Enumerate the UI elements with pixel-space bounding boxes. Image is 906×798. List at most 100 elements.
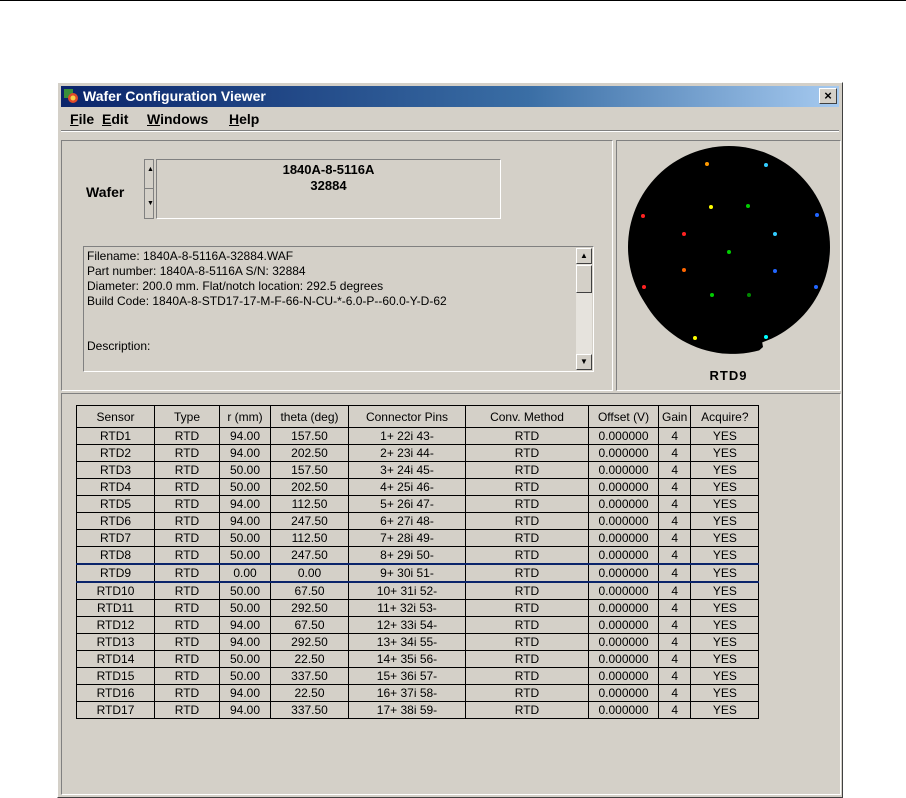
cell-offset[interactable]: 0.000000: [588, 563, 659, 583]
cell-gain[interactable]: 4: [657, 529, 692, 547]
cell-type[interactable]: RTD: [154, 701, 220, 719]
cell-type[interactable]: RTD: [154, 581, 220, 600]
cell-offset[interactable]: 0.000000: [588, 478, 659, 496]
cell-sensor[interactable]: RTD2: [76, 444, 155, 462]
cell-r[interactable]: 50.00: [219, 478, 271, 496]
cell-sensor[interactable]: RTD15: [76, 667, 155, 685]
cell-type[interactable]: RTD: [154, 529, 220, 547]
cell-conv-method[interactable]: RTD: [465, 701, 589, 719]
cell-offset[interactable]: 0.000000: [588, 546, 659, 565]
col-theta[interactable]: theta (deg): [270, 405, 349, 428]
title-bar[interactable]: Wafer Configuration Viewer ×: [61, 86, 839, 107]
cell-gain[interactable]: 4: [657, 427, 692, 445]
cell-theta[interactable]: 22.50: [270, 650, 349, 668]
cell-acquire[interactable]: YES: [690, 667, 760, 685]
sensor-dot[interactable]: [746, 204, 750, 208]
col-offset[interactable]: Offset (V): [588, 405, 659, 428]
cell-gain[interactable]: 4: [657, 444, 692, 462]
table-row[interactable]: RTD2 RTD 94.00 202.50 2+ 23i 44- RTD 0.000000 4…: [76, 444, 760, 462]
wafer-map[interactable]: [617, 141, 840, 390]
cell-gain[interactable]: 4: [657, 633, 692, 651]
scroll-thumb[interactable]: [576, 265, 592, 293]
wafer-details-text[interactable]: Filename: 1840A-8-5116A-32884.WAF Part n…: [83, 246, 594, 372]
cell-conv-method[interactable]: RTD: [465, 512, 589, 530]
cell-gain[interactable]: 4: [657, 461, 692, 479]
table-row[interactable]: RTD15 RTD 50.00 337.50 15+ 36i 57- RTD 0.00000…: [76, 667, 760, 685]
table-row[interactable]: RTD8 RTD 50.00 247.50 8+ 29i 50- RTD 0.000000 4…: [76, 546, 760, 565]
col-sensor[interactable]: Sensor: [76, 405, 155, 428]
cell-conv-method[interactable]: RTD: [465, 444, 589, 462]
cell-r[interactable]: 50.00: [219, 529, 271, 547]
cell-offset[interactable]: 0.000000: [588, 599, 659, 617]
col-acquire[interactable]: Acquire?: [690, 405, 760, 428]
sensor-dot[interactable]: [693, 336, 697, 340]
spin-down-icon[interactable]: ▼: [147, 200, 154, 207]
table-row[interactable]: RTD10 RTD 50.00 67.50 10+ 31i 52- RTD 0.000000…: [76, 581, 760, 600]
cell-theta[interactable]: 157.50: [270, 461, 349, 479]
cell-acquire[interactable]: YES: [690, 563, 760, 583]
cell-r[interactable]: 50.00: [219, 581, 271, 600]
cell-gain[interactable]: 4: [657, 478, 692, 496]
sensor-dot[interactable]: [747, 293, 751, 297]
cell-type[interactable]: RTD: [154, 478, 220, 496]
cell-gain[interactable]: 4: [657, 667, 692, 685]
cell-gain[interactable]: 4: [657, 616, 692, 634]
cell-r[interactable]: 94.00: [219, 427, 271, 445]
cell-connector-pins[interactable]: 4+ 25i 46-: [348, 478, 466, 496]
cell-type[interactable]: RTD: [154, 512, 220, 530]
cell-type[interactable]: RTD: [154, 546, 220, 565]
cell-offset[interactable]: 0.000000: [588, 529, 659, 547]
table-row[interactable]: RTD12 RTD 94.00 67.50 12+ 33i 54- RTD 0.000000…: [76, 616, 760, 634]
cell-connector-pins[interactable]: 1+ 22i 43-: [348, 427, 466, 445]
cell-connector-pins[interactable]: 10+ 31i 52-: [348, 581, 466, 600]
cell-gain[interactable]: 4: [657, 546, 692, 565]
cell-conv-method[interactable]: RTD: [465, 529, 589, 547]
sensor-dot[interactable]: [773, 269, 777, 273]
sensor-dot[interactable]: [814, 285, 818, 289]
cell-offset[interactable]: 0.000000: [588, 495, 659, 513]
cell-type[interactable]: RTD: [154, 495, 220, 513]
cell-theta[interactable]: 337.50: [270, 667, 349, 685]
cell-sensor[interactable]: RTD8: [76, 546, 155, 565]
table-row[interactable]: RTD11 RTD 50.00 292.50 11+ 32i 53- RTD 0.00000…: [76, 599, 760, 617]
cell-conv-method[interactable]: RTD: [465, 563, 589, 583]
cell-theta[interactable]: 112.50: [270, 529, 349, 547]
wafer-spinner[interactable]: ▲ ▼: [144, 159, 154, 219]
menu-help[interactable]: Help: [229, 111, 259, 127]
cell-sensor[interactable]: RTD11: [76, 599, 155, 617]
cell-acquire[interactable]: YES: [690, 529, 760, 547]
cell-gain[interactable]: 4: [657, 563, 692, 583]
cell-gain[interactable]: 4: [657, 581, 692, 600]
cell-theta[interactable]: 337.50: [270, 701, 349, 719]
cell-sensor[interactable]: RTD9: [76, 563, 155, 583]
cell-theta[interactable]: 157.50: [270, 427, 349, 445]
cell-type[interactable]: RTD: [154, 427, 220, 445]
table-row[interactable]: RTD7 RTD 50.00 112.50 7+ 28i 49- RTD 0.000000 4…: [76, 529, 760, 547]
cell-type[interactable]: RTD: [154, 667, 220, 685]
menu-edit[interactable]: Edit: [102, 111, 128, 127]
table-row[interactable]: RTD6 RTD 94.00 247.50 6+ 27i 48- RTD 0.000000 4…: [76, 512, 760, 530]
cell-connector-pins[interactable]: 7+ 28i 49-: [348, 529, 466, 547]
cell-conv-method[interactable]: RTD: [465, 667, 589, 685]
table-row[interactable]: RTD16 RTD 94.00 22.50 16+ 37i 58- RTD 0.000000…: [76, 684, 760, 702]
cell-theta[interactable]: 202.50: [270, 478, 349, 496]
cell-conv-method[interactable]: RTD: [465, 478, 589, 496]
sensor-dot[interactable]: [682, 268, 686, 272]
cell-theta[interactable]: 292.50: [270, 599, 349, 617]
menu-windows[interactable]: Windows: [147, 111, 208, 127]
cell-r[interactable]: 0.00: [219, 563, 271, 583]
col-r[interactable]: r (mm): [219, 405, 271, 428]
table-row[interactable]: RTD4 RTD 50.00 202.50 4+ 25i 46- RTD 0.000000 4…: [76, 478, 760, 496]
cell-theta[interactable]: 247.50: [270, 512, 349, 530]
cell-conv-method[interactable]: RTD: [465, 546, 589, 565]
cell-r[interactable]: 94.00: [219, 633, 271, 651]
cell-r[interactable]: 94.00: [219, 701, 271, 719]
cell-theta[interactable]: 112.50: [270, 495, 349, 513]
cell-connector-pins[interactable]: 6+ 27i 48-: [348, 512, 466, 530]
cell-gain[interactable]: 4: [657, 512, 692, 530]
cell-sensor[interactable]: RTD7: [76, 529, 155, 547]
cell-acquire[interactable]: YES: [690, 427, 760, 445]
cell-gain[interactable]: 4: [657, 701, 692, 719]
cell-theta[interactable]: 0.00: [270, 563, 349, 583]
sensor-dot[interactable]: [709, 205, 713, 209]
